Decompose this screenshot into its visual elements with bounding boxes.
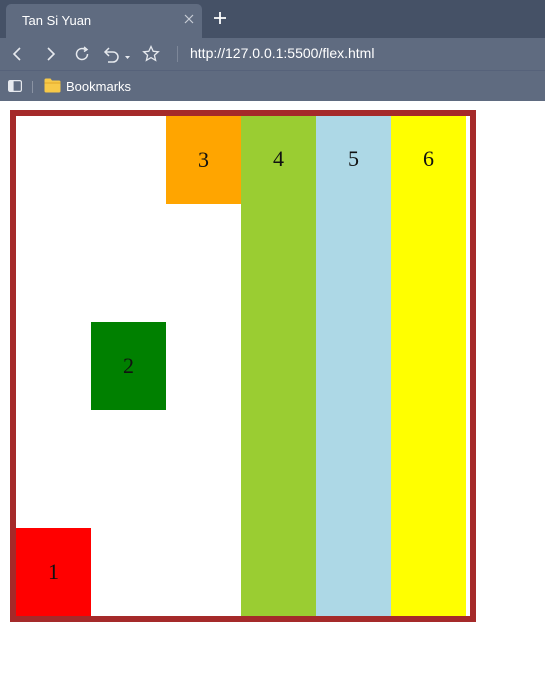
forward-icon[interactable] — [40, 44, 60, 64]
flex-item-2: 2 — [91, 322, 166, 410]
flex-item-4-label: 4 — [273, 146, 284, 171]
new-tab-icon[interactable] — [212, 10, 228, 26]
bookmarks-divider — [32, 81, 33, 93]
undo-icon[interactable] — [100, 44, 134, 64]
close-icon[interactable] — [184, 14, 194, 24]
toolbar-divider — [177, 46, 178, 62]
tab-bar: Tan Si Yuan — [0, 0, 545, 38]
bookmarks-bar: Bookmarks — [0, 70, 545, 101]
star-icon[interactable] — [141, 44, 161, 64]
reload-icon[interactable] — [72, 44, 92, 64]
flex-item-5: 5 — [316, 116, 391, 616]
flex-item-2-label: 2 — [123, 353, 134, 378]
address-bar[interactable]: http://127.0.0.1:5500/flex.html — [190, 45, 374, 61]
flex-container: 1 2 3 4 5 6 — [10, 110, 476, 622]
flex-item-1-label: 1 — [48, 559, 59, 584]
flex-item-5-label: 5 — [348, 146, 359, 171]
folder-icon[interactable] — [44, 78, 61, 93]
flex-item-3-label: 3 — [198, 147, 209, 172]
tab-active[interactable]: Tan Si Yuan — [6, 4, 202, 38]
flex-item-3: 3 — [166, 116, 241, 204]
flex-item-6-label: 6 — [423, 146, 434, 171]
tab-title: Tan Si Yuan — [22, 13, 92, 28]
flex-item-6: 6 — [391, 116, 466, 616]
flex-item-4: 4 — [241, 116, 316, 616]
bookmarks-folder-label[interactable]: Bookmarks — [66, 79, 131, 94]
sidebar-toggle-icon[interactable] — [8, 80, 22, 92]
flex-item-1: 1 — [16, 528, 91, 616]
back-icon[interactable] — [8, 44, 28, 64]
